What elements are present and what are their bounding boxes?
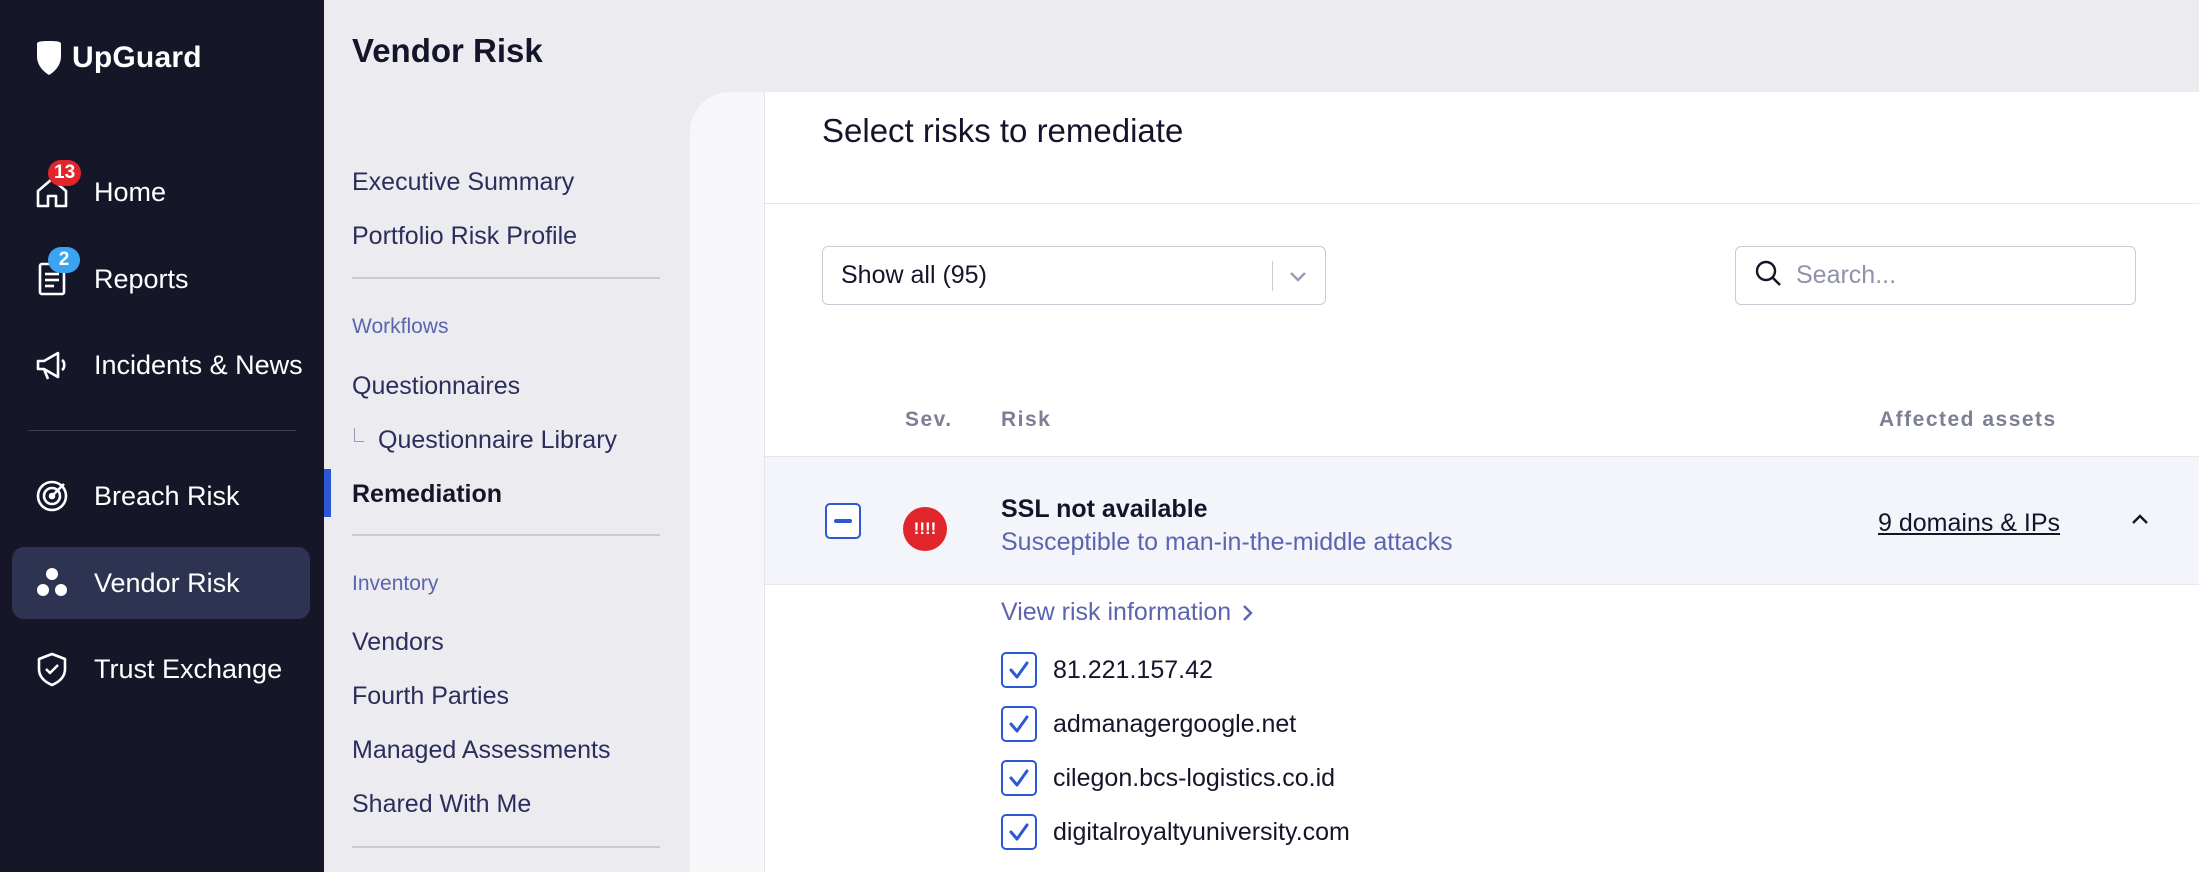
home-badge: 13 xyxy=(48,160,82,186)
tree-connector xyxy=(354,428,364,442)
asset-label: admanagergoogle.net xyxy=(1053,709,1297,738)
shield-logo-icon xyxy=(37,41,61,75)
nav-label: Home xyxy=(94,176,167,207)
subnav-divider xyxy=(352,277,660,279)
reports-badge: 2 xyxy=(48,247,80,273)
home-icon: 13 xyxy=(32,160,82,212)
select-value: Show all (95) xyxy=(841,261,987,289)
shield-check-icon xyxy=(32,649,72,689)
subnav-questionnaires[interactable]: Questionnaires xyxy=(352,372,520,401)
column-header-risk[interactable]: Risk xyxy=(1001,408,1051,432)
nav-item-trust-exchange[interactable]: Trust Exchange xyxy=(12,633,310,705)
asset-label: digitalroyaltyuniversity.com xyxy=(1053,817,1350,846)
subnav-questionnaire-library[interactable]: Questionnaire Library xyxy=(354,426,618,455)
risk-filter-select[interactable]: Show all (95) xyxy=(822,246,1326,305)
view-risk-information-link[interactable]: View risk information xyxy=(1001,598,1257,627)
megaphone-icon xyxy=(32,345,72,385)
nav-label: Breach Risk xyxy=(94,480,240,511)
nav-item-vendor-risk[interactable]: Vendor Risk xyxy=(12,547,310,619)
asset-label: 81.221.157.42 xyxy=(1053,655,1213,684)
subnav-managed-assessments[interactable]: Managed Assessments xyxy=(352,736,610,765)
logo-text: UpGuard xyxy=(72,41,202,74)
search-box[interactable] xyxy=(1735,246,2136,305)
chevron-down-icon xyxy=(1285,263,1311,296)
risk-row[interactable]: !!!! SSL not available Susceptible to ma… xyxy=(765,456,2199,585)
nav-item-breach-risk[interactable]: Breach Risk xyxy=(12,460,310,532)
asset-checkbox[interactable] xyxy=(1001,760,1037,796)
subnav-portfolio-risk-profile[interactable]: Portfolio Risk Profile xyxy=(352,222,577,251)
checkmark-icon xyxy=(1009,769,1029,787)
checkmark-icon xyxy=(1009,823,1029,841)
nav-label: Trust Exchange xyxy=(94,653,283,684)
subnav-executive-summary[interactable]: Executive Summary xyxy=(352,168,574,197)
upguard-logo[interactable]: UpGuard xyxy=(34,40,202,76)
nav-item-home[interactable]: 13 Home xyxy=(12,156,310,228)
checkmark-icon xyxy=(1009,661,1029,679)
risk-partial-checkbox[interactable] xyxy=(825,503,861,539)
nav-label: Incidents & News xyxy=(94,349,303,380)
nav-divider xyxy=(28,430,296,431)
subnav-fourth-parties[interactable]: Fourth Parties xyxy=(352,682,509,711)
section-label-inventory: Inventory xyxy=(352,572,439,595)
subnav-shared-with-me[interactable]: Shared With Me xyxy=(352,790,531,819)
nav-label: Reports xyxy=(94,263,189,294)
asset-item[interactable]: admanagergoogle.net xyxy=(1001,706,1296,742)
card-divider xyxy=(765,203,2199,204)
asset-item[interactable]: 81.221.157.42 xyxy=(1001,652,1213,688)
card-title: Select risks to remediate xyxy=(822,112,1184,149)
target-icon xyxy=(32,476,72,516)
affected-assets-link[interactable]: 9 domains & IPs xyxy=(1878,509,2060,538)
risk-subtitle: Susceptible to man-in-the-middle attacks xyxy=(1001,528,1453,556)
chevron-right-icon xyxy=(1243,604,1253,621)
column-header-affected-assets[interactable]: Affected assets xyxy=(1879,408,2057,432)
chevron-up-icon[interactable] xyxy=(2127,507,2153,538)
subnav-divider xyxy=(352,846,660,848)
asset-item[interactable]: digitalroyaltyuniversity.com xyxy=(1001,814,1350,850)
link-label: View risk information xyxy=(1001,598,1232,626)
severity-critical-icon: !!!! xyxy=(903,507,947,551)
column-header-sev[interactable]: Sev. xyxy=(905,408,953,432)
subnav-label: Questionnaire Library xyxy=(378,426,618,454)
asset-checkbox[interactable] xyxy=(1001,814,1037,850)
main-sidebar: UpGuard 13 Home 2 Reports Incidents & Ne… xyxy=(0,0,324,872)
asset-checkbox[interactable] xyxy=(1001,652,1037,688)
risk-title: SSL not available xyxy=(1001,495,1208,523)
remediation-card: Select risks to remediate Show all (95) … xyxy=(764,92,2199,872)
nav-item-reports[interactable]: 2 Reports xyxy=(12,243,310,315)
search-icon xyxy=(1754,259,1782,292)
asset-item[interactable]: cilegon.bcs-logistics.co.id xyxy=(1001,760,1335,796)
minus-icon xyxy=(834,519,852,523)
page-title: Vendor Risk xyxy=(352,32,543,69)
section-label-workflows: Workflows xyxy=(352,315,449,338)
nav-item-incidents-news[interactable]: Incidents & News xyxy=(12,329,310,401)
subnav-remediation[interactable]: Remediation xyxy=(352,480,502,509)
active-indicator xyxy=(324,469,331,517)
asset-label: cilegon.bcs-logistics.co.id xyxy=(1053,763,1336,792)
subnav-vendors[interactable]: Vendors xyxy=(352,628,444,657)
vendor-icon xyxy=(32,563,72,603)
secondary-sidebar: Vendor Risk Executive Summary Portfolio … xyxy=(324,0,690,872)
search-input[interactable] xyxy=(1796,261,2096,290)
nav-label: Vendor Risk xyxy=(94,567,240,598)
report-icon: 2 xyxy=(32,247,80,299)
checkmark-icon xyxy=(1009,715,1029,733)
asset-checkbox[interactable] xyxy=(1001,706,1037,742)
select-divider xyxy=(1272,261,1273,291)
subnav-divider xyxy=(352,534,660,536)
